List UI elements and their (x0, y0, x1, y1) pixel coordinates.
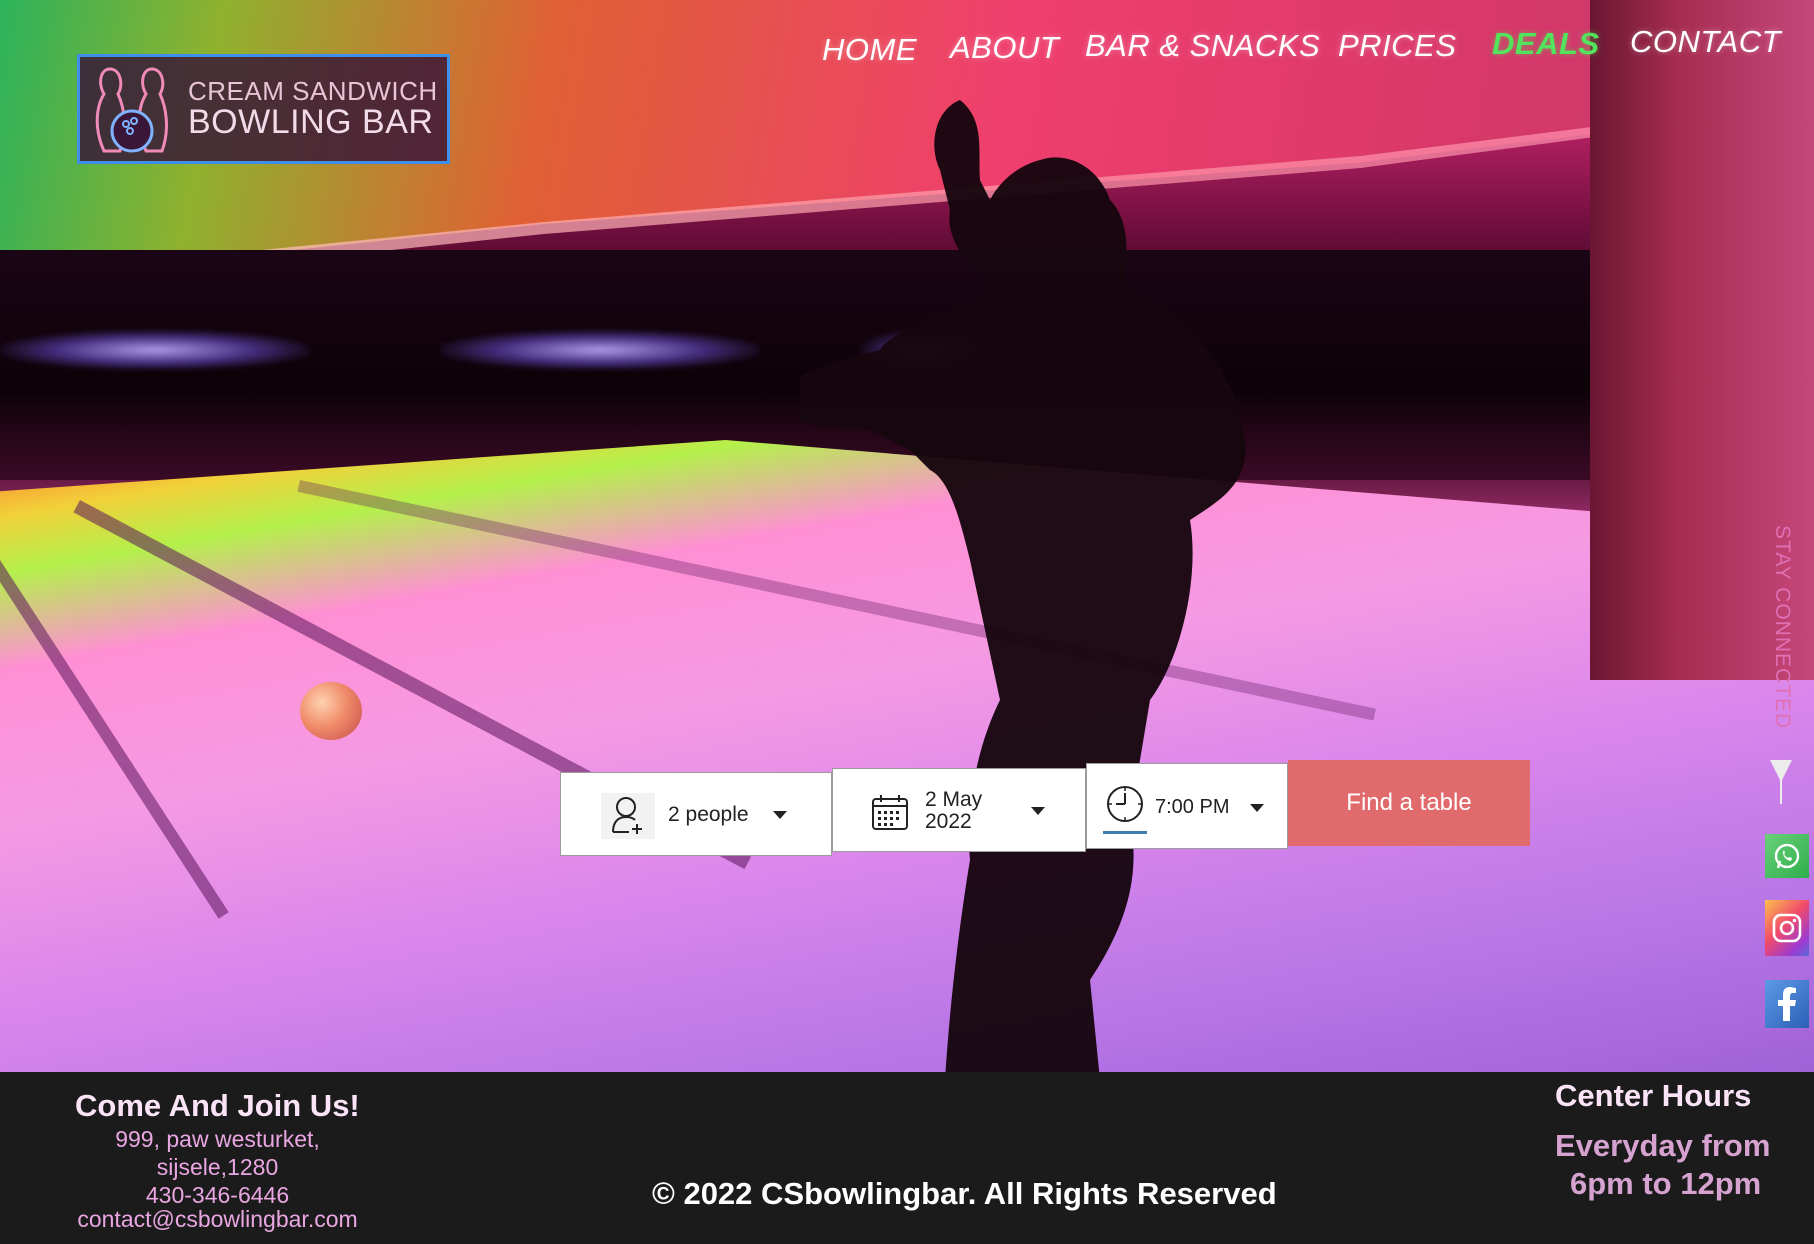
brand-name-line2: BOWLING BAR (188, 102, 434, 141)
time-value: 7:00 PM (1155, 796, 1230, 818)
nav-about[interactable]: ABOUT (950, 30, 1059, 66)
whatsapp-icon[interactable] (1765, 834, 1809, 878)
date-year: 2022 (925, 810, 972, 834)
time-underline (1103, 831, 1147, 834)
nav-home[interactable]: HOME (822, 32, 917, 68)
date-day-month: 2 May (925, 788, 983, 811)
date-select[interactable]: 2 May 2022 (832, 768, 1086, 852)
party-size-select[interactable]: 2 people (560, 772, 832, 856)
arrow-line (1780, 760, 1782, 804)
add-user-icon (601, 793, 655, 839)
nav-prices[interactable]: PRICES (1338, 28, 1456, 64)
brand-name-line1: CREAM SANDWICH (188, 75, 438, 106)
bowling-ball (300, 682, 362, 740)
stay-connected-label: STAY CONNECTED (1771, 525, 1794, 730)
footer: Come And Join Us! 999, paw westurket, si… (0, 1072, 1814, 1244)
footer-email-link[interactable]: contact@csbowlingbar.com (60, 1208, 375, 1231)
footer-address-line1: 999, paw westurket, (115, 1126, 320, 1152)
footer-hours-line1: Everyday from (1555, 1128, 1771, 1163)
party-size-value: 2 people (668, 803, 749, 826)
facebook-icon[interactable] (1765, 980, 1809, 1028)
nav-contact[interactable]: CONTACT (1630, 24, 1781, 60)
calendar-icon (871, 793, 909, 831)
caret-down-icon (773, 811, 787, 819)
clock-icon (1105, 784, 1145, 824)
neon-sign (0, 330, 310, 370)
neon-sign (440, 330, 760, 370)
footer-copyright: © 2022 CSbowlingbar. All Rights Reserved (652, 1176, 1277, 1211)
footer-address-line2: sijsele,1280 (156, 1154, 279, 1180)
caret-down-icon (1250, 804, 1264, 812)
bowler-silhouette (800, 100, 1246, 1072)
nav-deals[interactable]: DEALS (1492, 26, 1600, 62)
find-table-button[interactable]: Find a table (1288, 760, 1530, 846)
date-value: 2 May 2022 (925, 788, 983, 834)
instagram-icon[interactable] (1765, 900, 1809, 956)
bowling-pins-icon (95, 67, 168, 153)
footer-join-title: Come And Join Us! (75, 1088, 360, 1123)
footer-phone-link[interactable]: 430-346-6446 (60, 1184, 375, 1207)
caret-down-icon (1031, 807, 1045, 815)
main-nav: HOME ABOUT BAR & SNACKS PRICES DEALS CON… (0, 24, 1814, 74)
time-select[interactable]: 7:00 PM (1086, 763, 1288, 849)
nav-bar-snacks[interactable]: BAR & SNACKS (1085, 28, 1320, 64)
footer-hours-title: Center Hours (1555, 1078, 1752, 1113)
footer-hours-line2: 6pm to 12pm (1570, 1166, 1762, 1201)
